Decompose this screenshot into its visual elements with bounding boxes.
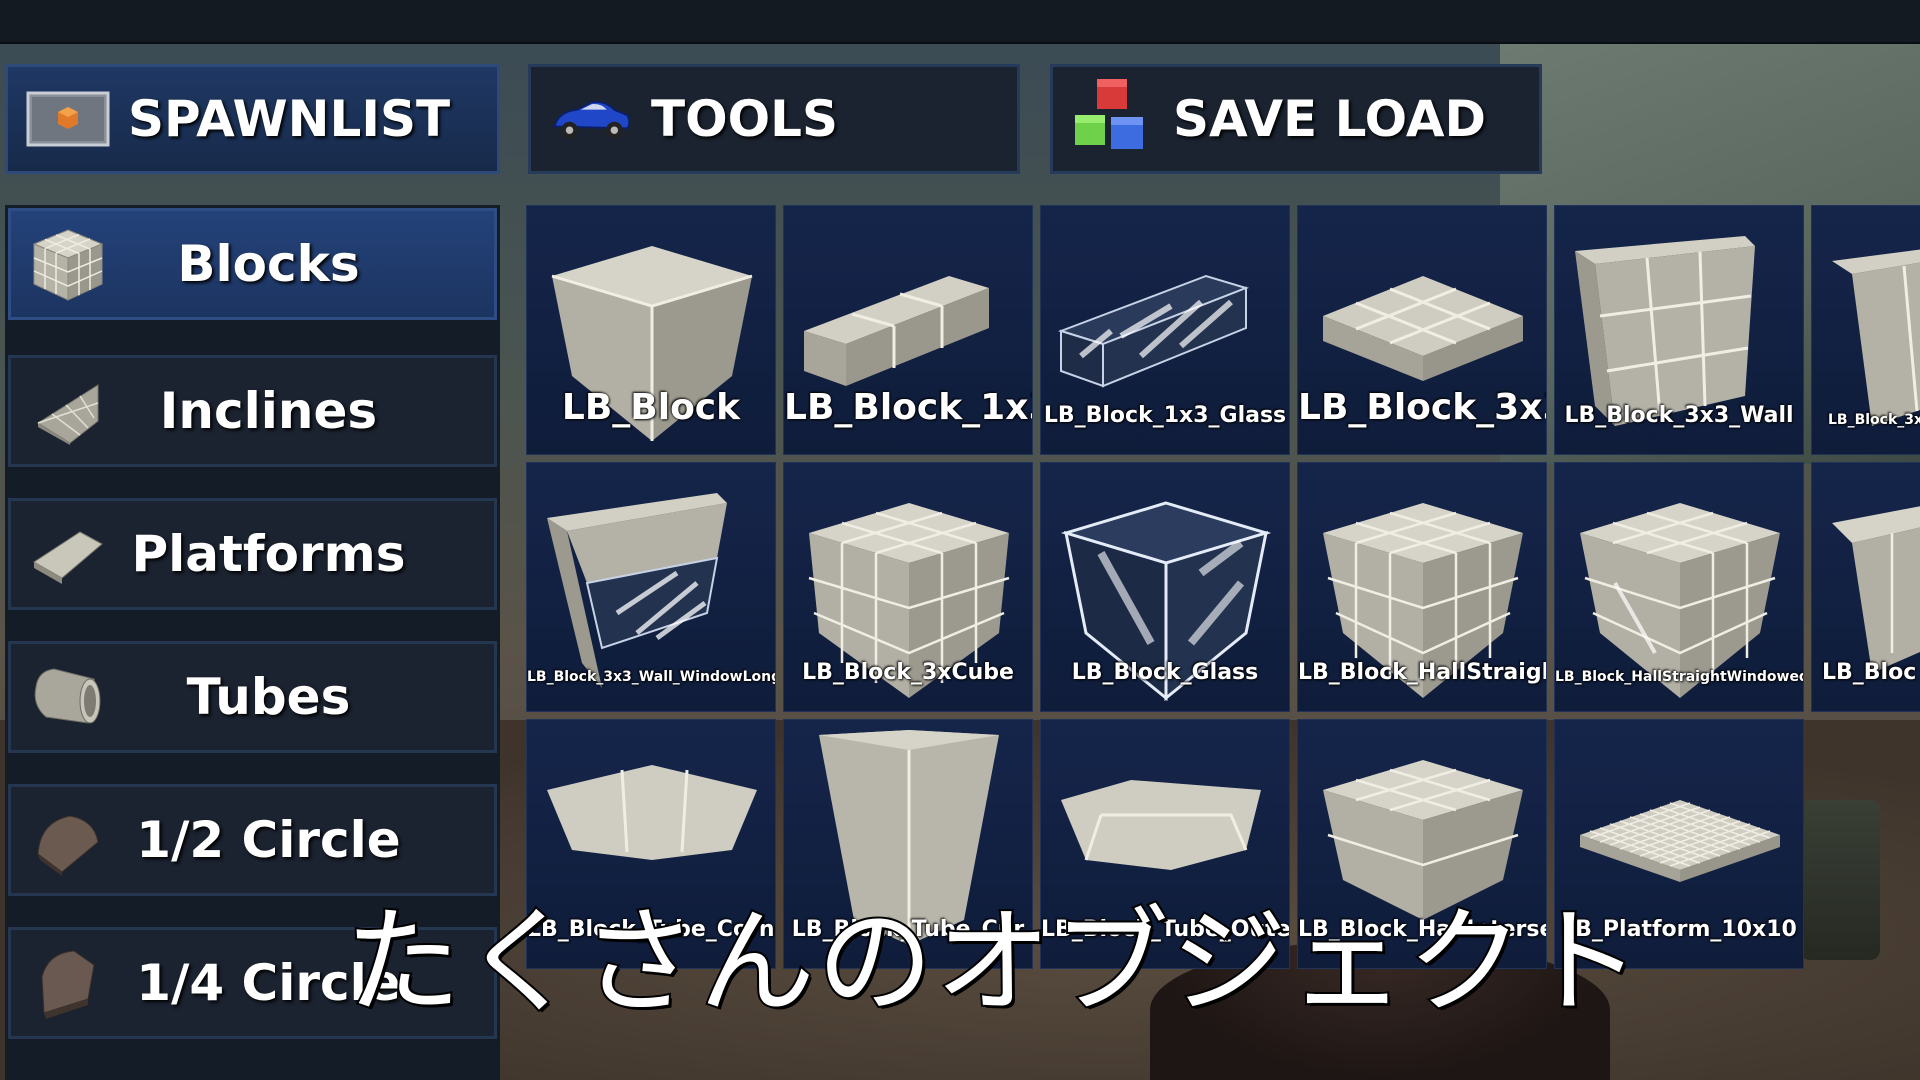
video-subtitle: たくさんのオブジェクト bbox=[343, 893, 1643, 1032]
item-label: LB_Block_3x3_Wall_WindowLong bbox=[527, 669, 776, 685]
item-label: LB_Block_HallStraightWindowed bbox=[1555, 669, 1804, 685]
platform-icon bbox=[23, 509, 113, 599]
category-tubes[interactable]: Tubes bbox=[8, 641, 497, 753]
category-label: Blocks bbox=[177, 235, 360, 293]
category-label: 1/2 Circle bbox=[136, 811, 401, 869]
spawnlist-box-icon bbox=[26, 84, 110, 154]
spawn-item-lb-block-3x3-wall[interactable]: LB_Block_3x3_Wall bbox=[1554, 205, 1804, 455]
spawn-item-lb-block-1x3[interactable]: LB_Block_1x3 bbox=[783, 205, 1033, 455]
category-inclines[interactable]: Inclines bbox=[8, 355, 497, 467]
top-bar bbox=[0, 0, 1920, 44]
item-label: LB_Block_3x3 bbox=[1828, 412, 1920, 428]
spawn-item-lb-bloc-partial[interactable]: LB_Bloc bbox=[1811, 462, 1920, 712]
half-circle-icon bbox=[23, 795, 113, 885]
colored-cubes-icon bbox=[1071, 79, 1155, 154]
spawn-item-lb-block-1x3-glass[interactable]: LB_Block_1x3_Glass bbox=[1040, 205, 1290, 455]
category-platforms[interactable]: Platforms bbox=[8, 498, 497, 610]
spawn-item-lb-block-hallstraight[interactable]: LB_Block_HallStraight bbox=[1297, 462, 1547, 712]
tab-spawnlist[interactable]: SPAWNLIST bbox=[5, 64, 500, 174]
item-label: LB_Bloc bbox=[1822, 660, 1917, 685]
spawn-item-lb-block-3x3[interactable]: LB_Block_3x3 bbox=[1297, 205, 1547, 455]
item-label: LB_Block bbox=[561, 387, 741, 428]
tube-icon bbox=[23, 652, 113, 742]
item-label: LB_Block_Glass bbox=[1071, 660, 1259, 685]
spawn-item-lb-block-3xcube[interactable]: LB_Block_3xCube bbox=[783, 462, 1033, 712]
category-label: Tubes bbox=[186, 668, 351, 726]
spawn-item-grid: LB_Block LB_Block_1x3 LB_Block_1x3_Glass… bbox=[526, 205, 1920, 975]
item-label: LB_Block_1x3 bbox=[784, 387, 1033, 428]
category-label: Inclines bbox=[159, 382, 378, 440]
tab-save-load[interactable]: SAVE LOAD bbox=[1050, 64, 1542, 174]
tab-tools-label: TOOLS bbox=[651, 90, 838, 148]
quarter-circle-icon bbox=[23, 938, 113, 1028]
tab-save-load-label: SAVE LOAD bbox=[1173, 90, 1487, 148]
block-grid-icon bbox=[23, 219, 113, 309]
item-label: LB_Block_3x3 bbox=[1298, 387, 1547, 428]
spawn-item-lb-block-glass[interactable]: LB_Block_Glass bbox=[1040, 462, 1290, 712]
item-label: LB_Block_3xCube bbox=[802, 660, 1014, 685]
item-label: LB_Block_1x3_Glass bbox=[1043, 403, 1287, 428]
car-icon bbox=[549, 84, 633, 154]
category-blocks[interactable]: Blocks bbox=[8, 208, 497, 320]
incline-icon bbox=[23, 366, 113, 456]
tab-spawnlist-label: SPAWNLIST bbox=[128, 90, 451, 148]
spawn-item-lb-block-3x3-partial[interactable]: LB_Block_3x3 bbox=[1811, 205, 1920, 455]
tab-tools[interactable]: TOOLS bbox=[528, 64, 1020, 174]
spawn-item-lb-block-hallstraightwindowed[interactable]: LB_Block_HallStraightWindowed bbox=[1554, 462, 1804, 712]
item-label: LB_Block_3x3_Wall bbox=[1564, 403, 1794, 428]
item-label: LB_Block_HallStraight bbox=[1298, 660, 1547, 685]
category-label: Platforms bbox=[131, 525, 406, 583]
spawn-item-lb-block[interactable]: LB_Block bbox=[526, 205, 776, 455]
spawn-item-lb-block-3x3-wall-windowlong[interactable]: LB_Block_3x3_Wall_WindowLong bbox=[526, 462, 776, 712]
